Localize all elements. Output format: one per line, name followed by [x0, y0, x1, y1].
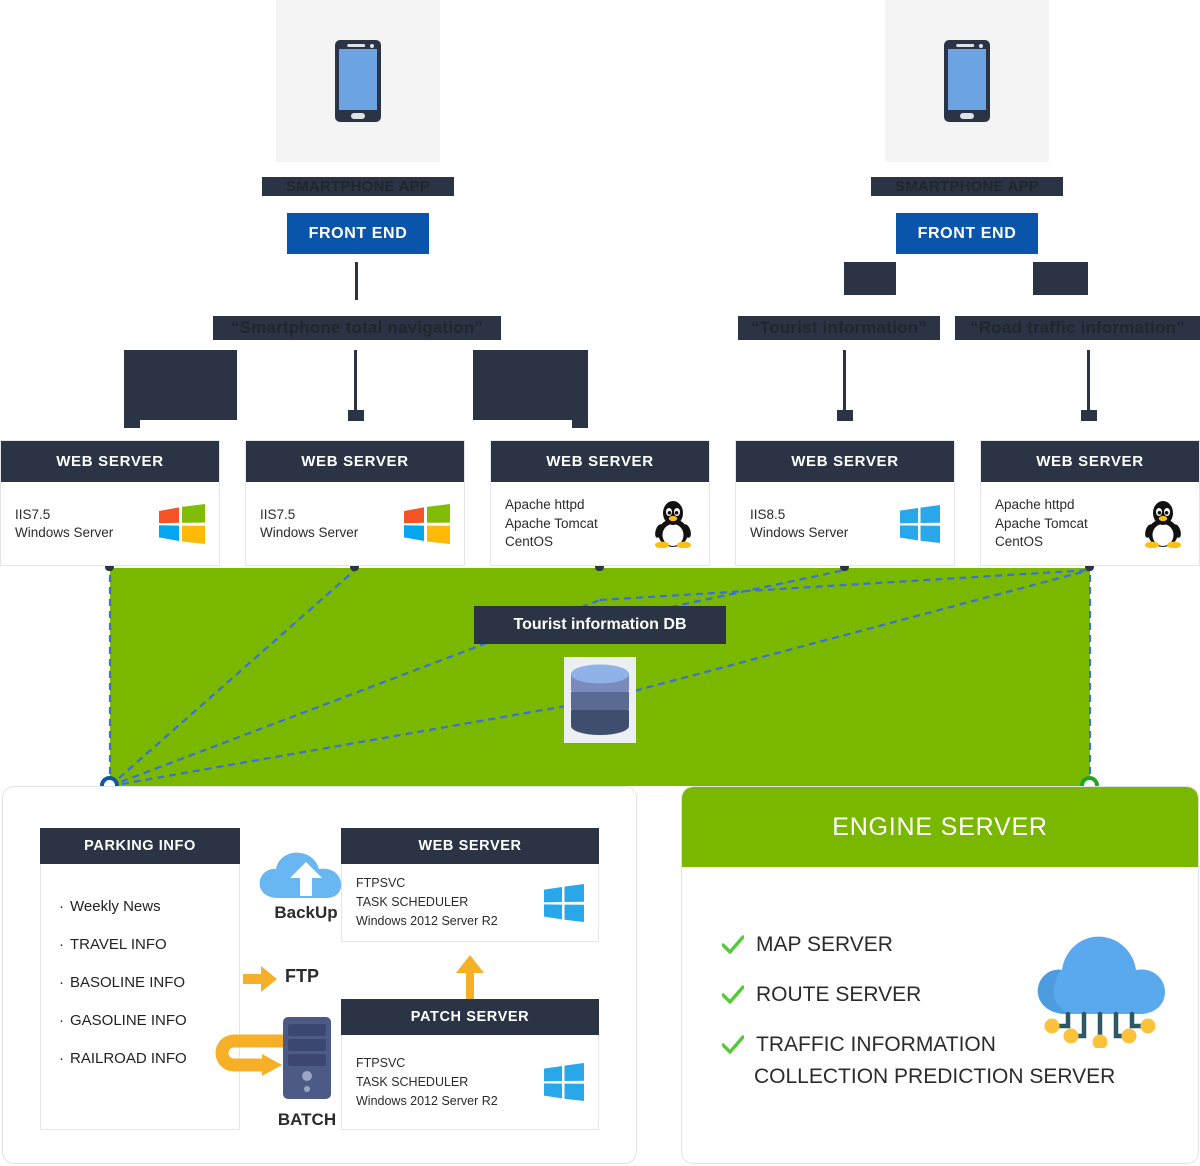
web-server-body: Apache httpd Apache Tomcat CentOS [491, 482, 709, 566]
smartphone-icon [335, 40, 381, 122]
linux-penguin-icon [1145, 501, 1181, 548]
inner-web-server-body: FTPSVC TASK SCHEDULER Windows 2012 Serve… [341, 864, 599, 942]
connector-tourist [843, 350, 846, 414]
inner-web-server-header: WEB SERVER [341, 828, 599, 864]
web-server-body: Apache httpd Apache Tomcat CentOS [981, 482, 1199, 566]
check-icon [722, 1035, 744, 1054]
parking-info-body: · Weekly News · TRAVEL INFO · BASOLINE INFO… [40, 864, 240, 1130]
web-server-specs: IIS7.5 Windows Server [260, 506, 359, 540]
list-item: · Weekly News [59, 898, 161, 915]
phone-speaker-icon [347, 44, 366, 47]
bullet-icon: · [59, 974, 64, 991]
engine-item-label: TRAFFIC INFORMATION [756, 1033, 996, 1056]
smartphone-panel-left [276, 0, 440, 162]
connector-road [1087, 350, 1090, 414]
database-label: Tourist information DB [474, 606, 726, 644]
bullet-icon: · [59, 936, 64, 953]
smartphone-app-caption-left: SMARTPHONE APP [262, 177, 454, 196]
smartphone-icon [944, 40, 990, 122]
list-item: · GASOLINE INFO [59, 1012, 187, 1029]
iot-cloud-icon [1037, 936, 1165, 1048]
web-server-specs: Apache httpd Apache Tomcat CentOS [995, 497, 1088, 550]
patch-server-specs: FTPSVC TASK SCHEDULER Windows 2012 Serve… [356, 1055, 498, 1108]
phone-screen [339, 49, 377, 110]
engine-item-label: ROUTE SERVER [756, 983, 922, 1006]
linux-penguin-icon [655, 501, 691, 548]
channel-label-road: “Road traffic information” [955, 316, 1200, 340]
phone-camera-icon [979, 43, 983, 48]
architecture-diagram: SMARTPHONE APP SMARTPHONE APP FRONT END … [0, 0, 1200, 1166]
patch-server-header: PATCH SERVER [341, 999, 599, 1035]
engine-server-header: ENGINE SERVER [682, 787, 1198, 867]
batch-server-icon [283, 1017, 331, 1099]
phone-speaker-icon [956, 44, 975, 47]
connector-center-top [354, 350, 357, 414]
engine-item-label: MAP SERVER [756, 933, 893, 956]
windows-logo-icon [159, 504, 205, 544]
connector-center-stub [348, 410, 364, 421]
database-icon-container [564, 657, 636, 743]
web-server-title: WEB SERVER [736, 441, 954, 482]
check-icon [722, 935, 744, 954]
phone-screen [948, 49, 986, 110]
web-server-title: WEB SERVER [1, 441, 219, 482]
redacted-block-right [473, 350, 588, 428]
web-server-title: WEB SERVER [491, 441, 709, 482]
redacted-block-tab [124, 418, 140, 428]
redacted-box-road [1033, 262, 1088, 295]
bullet-icon: · [59, 1012, 64, 1029]
web-server-card[interactable]: WEB SERVER IIS7.5 Windows Server [245, 440, 465, 566]
windows-logo-icon [544, 1063, 584, 1101]
ftp-arrow-icon [243, 966, 277, 992]
windows-logo-icon [404, 504, 450, 544]
phone-home-button-icon [960, 113, 974, 119]
check-icon [722, 985, 744, 1004]
connector-frontend-left [355, 262, 358, 300]
bullet-icon: · [59, 898, 64, 915]
patch-to-web-arrow-icon [456, 955, 484, 999]
patch-server-body: FTPSVC TASK SCHEDULER Windows 2012 Serve… [341, 1035, 599, 1130]
web-server-card[interactable]: WEB SERVER IIS8.5 Windows Server [735, 440, 955, 566]
redacted-box-tourist [844, 262, 896, 295]
web-server-body: IIS7.5 Windows Server [246, 482, 464, 566]
redacted-block-left [124, 350, 237, 428]
inner-web-server-specs: FTPSVC TASK SCHEDULER Windows 2012 Serve… [356, 876, 498, 928]
web-server-card[interactable]: WEB SERVER IIS7.5 Windows Server [0, 440, 220, 566]
front-end-button-right[interactable]: FRONT END [896, 213, 1038, 254]
engine-item-continuation: COLLECTION PREDICTION SERVER [754, 1065, 1116, 1088]
list-item: · TRAVEL INFO [59, 936, 167, 953]
database-icon [571, 664, 629, 735]
windows-logo-icon [544, 883, 584, 922]
batch-arrow-icon [215, 1034, 290, 1076]
connector-tourist-stub [837, 410, 853, 421]
web-server-card[interactable]: WEB SERVER Apache httpd Apache Tomcat Ce… [490, 440, 710, 566]
smartphone-app-caption-right: SMARTPHONE APP [871, 177, 1063, 196]
web-server-title: WEB SERVER [246, 441, 464, 482]
web-server-specs: IIS8.5 Windows Server [750, 506, 849, 540]
smartphone-panel-right [885, 0, 1049, 162]
phone-camera-icon [370, 43, 374, 48]
web-server-body: IIS7.5 Windows Server [1, 482, 219, 566]
web-server-card[interactable]: WEB SERVER Apache httpd Apache Tomcat Ce… [980, 440, 1200, 566]
web-server-title: WEB SERVER [981, 441, 1199, 482]
windows-logo-icon [900, 505, 940, 543]
web-server-body: IIS8.5 Windows Server [736, 482, 954, 566]
channel-label-navigation: “Smartphone total navigation” [213, 316, 501, 340]
phone-home-button-icon [351, 113, 365, 119]
connector-road-stub [1081, 410, 1097, 421]
channel-label-tourist: “Tourist information” [738, 316, 940, 340]
web-server-specs: IIS7.5 Windows Server [15, 506, 114, 540]
list-item: · BASOLINE INFO [59, 974, 186, 991]
front-end-button-left[interactable]: FRONT END [287, 213, 429, 254]
ftp-label: FTP [285, 966, 319, 986]
parking-info-header: PARKING INFO [40, 828, 240, 864]
redacted-block-tab [572, 418, 588, 428]
bullet-icon: · [59, 1050, 64, 1067]
web-server-specs: Apache httpd Apache Tomcat CentOS [505, 497, 598, 550]
